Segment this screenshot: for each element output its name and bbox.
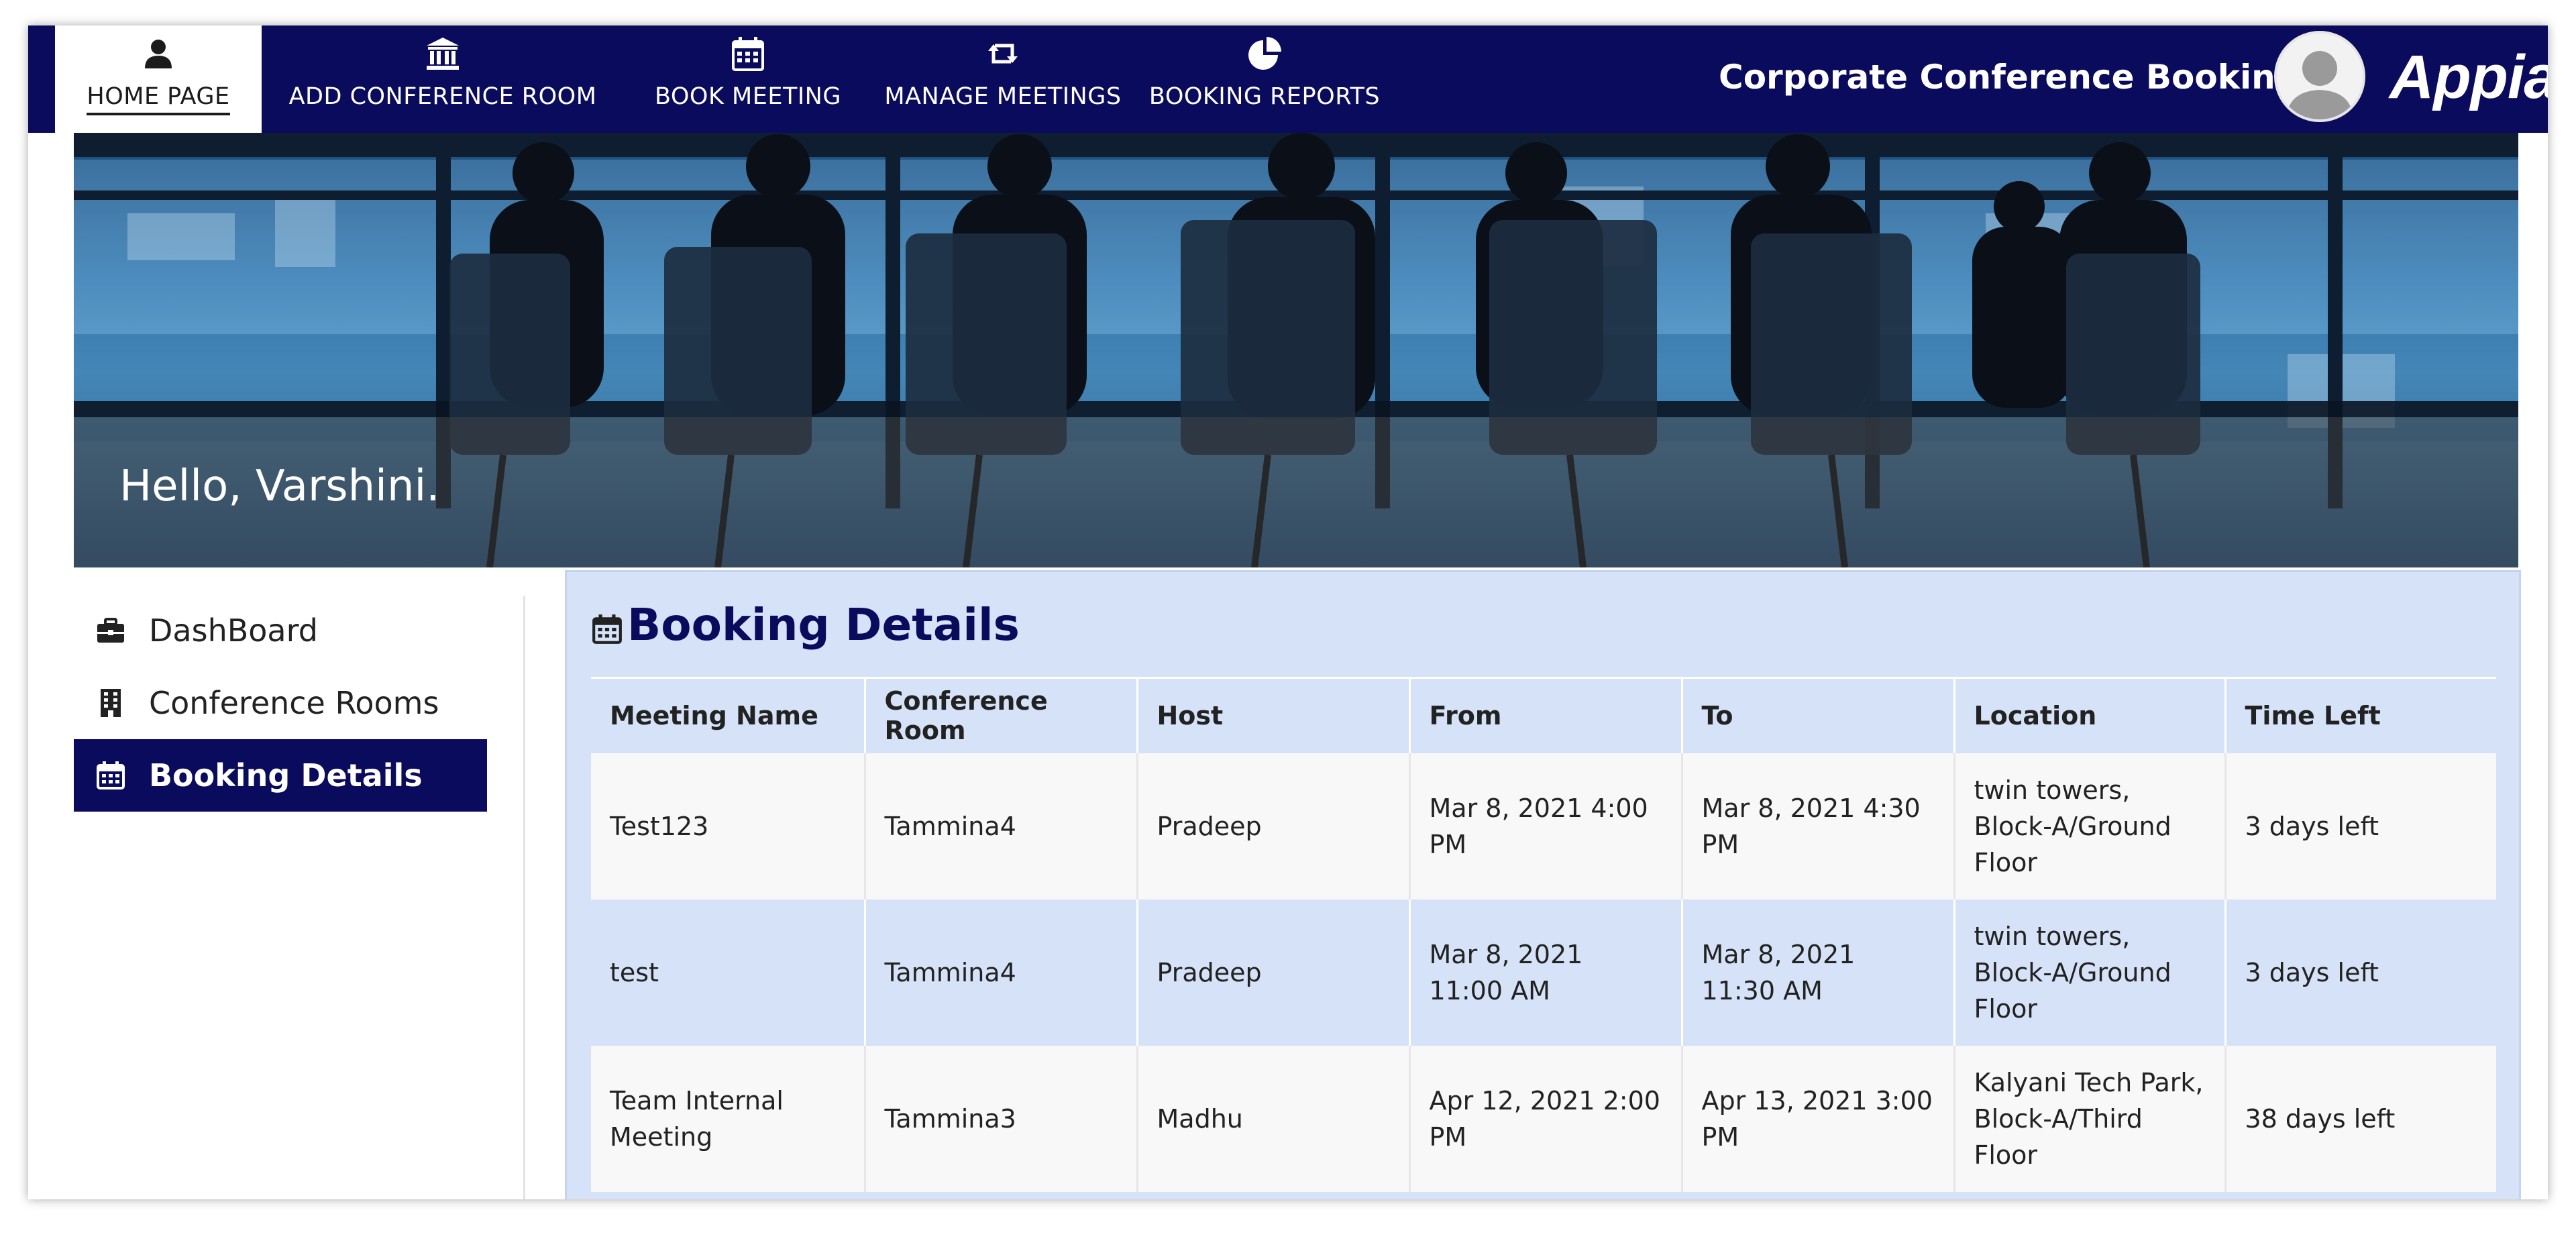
table-cell: 38 days left [2224, 1045, 2496, 1192]
column-header[interactable]: Host [1136, 677, 1409, 753]
table-cell: Tammina4 [863, 899, 1137, 1046]
section-title: Booking Details [591, 599, 1020, 651]
tab-label: MANAGE MEETINGS [884, 83, 1122, 110]
table-cell: Mar 8, 2021 11:30 AM [1680, 899, 1954, 1046]
briefcase-icon [97, 618, 124, 643]
site-selector[interactable]: Corporate Conference Booking [1719, 54, 2325, 101]
tab-book-meeting[interactable]: BOOK MEETING [624, 25, 872, 133]
table-row[interactable]: Team Internal Meeting Tammina3 Madhu Apr… [591, 1045, 2496, 1192]
calendar-icon [97, 761, 125, 789]
table-cell: Pradeep [1136, 753, 1409, 900]
tab-label: BOOK MEETING [654, 83, 841, 110]
sidebar-item-booking-details[interactable]: Booking Details [74, 739, 487, 812]
section-title-text: Booking Details [627, 599, 1020, 651]
pie-chart-icon [1248, 37, 1281, 70]
tab-manage-meetings[interactable]: MANAGE MEETINGS [872, 25, 1134, 133]
sidebar-item-label: Conference Rooms [149, 685, 439, 721]
column-header[interactable]: Conference Room [863, 677, 1137, 753]
tab-label: ADD CONFERENCE ROOM [288, 83, 597, 110]
table-cell: twin towers, Block-A/Ground Floor [1953, 753, 2225, 900]
table-cell: Kalyani Tech Park, Block-A/Third Floor [1953, 1045, 2225, 1192]
site-title: Corporate Conference Booking [1719, 58, 2300, 97]
table-cell: Madhu [1136, 1045, 1409, 1192]
table-cell: 3 days left [2224, 753, 2496, 900]
table-cell: Apr 13, 2021 3:00 PM [1680, 1045, 1954, 1192]
calendar-icon [592, 614, 622, 644]
greeting-overlay [74, 417, 2518, 567]
tab-add-conference-room[interactable]: ADD CONFERENCE ROOM [262, 25, 624, 133]
building-icon [101, 689, 121, 717]
bank-icon [427, 38, 459, 70]
table-cell: Mar 8, 2021 4:00 PM [1408, 753, 1682, 900]
table-cell: Tammina3 [863, 1045, 1137, 1192]
sidebar-item-conference-rooms[interactable]: Conference Rooms [74, 667, 487, 739]
table-cell: Mar 8, 2021 11:00 AM [1408, 899, 1682, 1046]
user-avatar-icon [2277, 34, 2363, 119]
retweet-icon [988, 44, 1018, 64]
column-header[interactable]: Time Left [2224, 677, 2496, 753]
tab-home-page[interactable]: HOME PAGE [55, 25, 262, 133]
table-cell: twin towers, Block-A/Ground Floor [1953, 899, 2225, 1046]
sidebar-item-dashboard[interactable]: DashBoard [74, 594, 487, 667]
booking-table: Meeting Name Conference Room Host From T… [591, 677, 2496, 1192]
sidebar: DashBoard Conference Rooms Booking Detai… [74, 594, 487, 812]
column-header[interactable]: Meeting Name [591, 677, 865, 753]
top-navigation: HOME PAGE ADD CONFERENCE ROOM BOOK MEETI… [28, 25, 2548, 133]
table-cell: Pradeep [1136, 899, 1409, 1046]
booking-details-card: Booking Details Meeting Name Conference … [565, 570, 2521, 1199]
tab-label: HOME PAGE [87, 83, 230, 115]
table-cell: Test123 [591, 753, 865, 900]
table-row[interactable]: Test123 Tammina4 Pradeep Mar 8, 2021 4:0… [591, 753, 2496, 900]
sidebar-item-label: DashBoard [149, 612, 318, 649]
user-icon [145, 40, 172, 68]
tab-booking-reports[interactable]: BOOKING REPORTS [1134, 25, 1395, 133]
table-cell: test [591, 899, 865, 1046]
column-header[interactable]: From [1408, 677, 1682, 753]
calendar-icon [732, 37, 764, 71]
table-row[interactable]: test Tammina4 Pradeep Mar 8, 2021 11:00 … [591, 899, 2496, 1046]
tab-label: BOOKING REPORTS [1148, 83, 1381, 110]
table-header-row: Meeting Name Conference Room Host From T… [591, 677, 2496, 753]
table-cell: Tammina4 [863, 753, 1137, 900]
banner-image: Hello, Varshini. [74, 133, 2518, 567]
column-header[interactable]: Location [1953, 677, 2225, 753]
table-cell: 3 days left [2224, 899, 2496, 1046]
column-header[interactable]: To [1680, 677, 1954, 753]
avatar[interactable] [2274, 31, 2365, 122]
app-window: HOME PAGE ADD CONFERENCE ROOM BOOK MEETI… [28, 25, 2548, 1199]
sidebar-divider [523, 596, 525, 1199]
appian-logo: Appian [2390, 43, 2548, 111]
sidebar-item-label: Booking Details [149, 757, 423, 794]
table-cell: Mar 8, 2021 4:30 PM [1680, 753, 1954, 900]
table-cell: Apr 12, 2021 2:00 PM [1408, 1045, 1682, 1192]
greeting-text: Hello, Varshini. [119, 461, 440, 511]
table-cell: Team Internal Meeting [591, 1045, 865, 1192]
